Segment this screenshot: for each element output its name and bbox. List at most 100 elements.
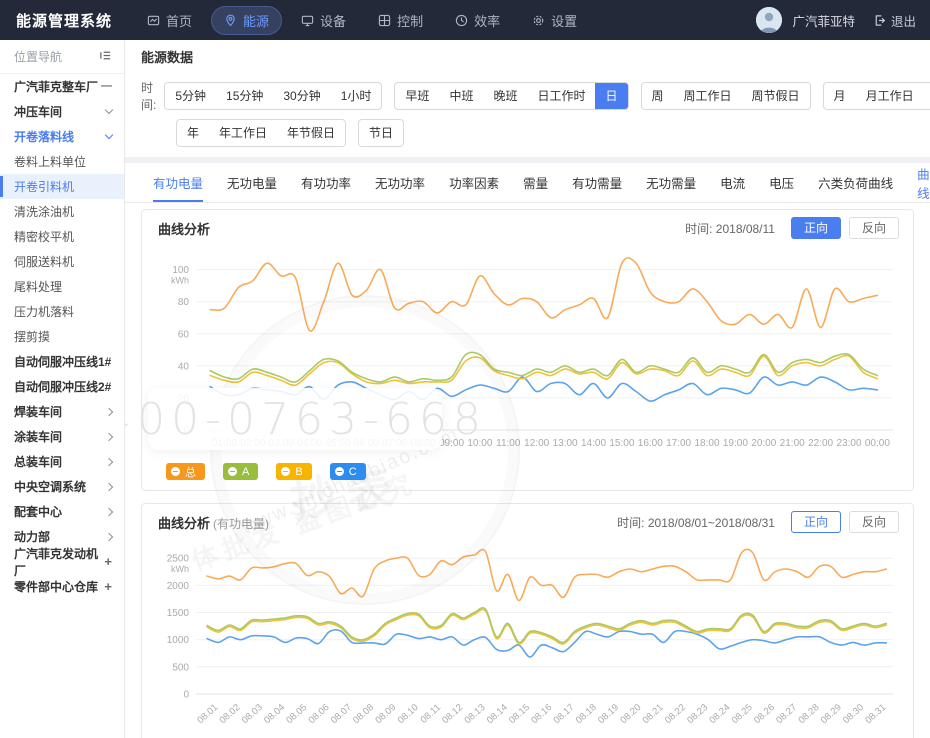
sidebar-item-label: 开卷落料线 — [14, 128, 74, 145]
filter-button-5分钟[interactable]: 5分钟 — [165, 83, 216, 109]
filter-button-节日[interactable]: 节日 — [359, 120, 403, 146]
filter-button-日[interactable]: 日 — [595, 83, 627, 109]
filter-button-15分钟[interactable]: 15分钟 — [216, 83, 273, 109]
expand-node-icon[interactable]: + — [104, 580, 112, 593]
filter-button-年节假日[interactable]: 年节假日 — [277, 120, 345, 146]
filter-button-年工作日[interactable]: 年工作日 — [209, 120, 277, 146]
sidebar-item-冲压车间[interactable]: 冲压车间 — [0, 99, 124, 124]
x-tick-label: 05:00 — [325, 438, 350, 449]
tab-电流[interactable]: 电流 — [720, 163, 745, 202]
chevron-right-icon[interactable] — [105, 482, 113, 490]
sidebar-item-label: 摆剪摸 — [14, 328, 50, 345]
sidebar-item-配套中心[interactable]: 配套中心 — [0, 499, 124, 524]
sidebar-item-总装车间[interactable]: 总装车间 — [0, 449, 124, 474]
sidebar-item-开卷落料线[interactable]: 开卷落料线 — [0, 124, 124, 149]
collapse-node-icon[interactable]: — — [101, 81, 112, 92]
filter-button-周工作日[interactable]: 周工作日 — [674, 83, 742, 109]
chevron-right-icon[interactable] — [105, 532, 113, 540]
reverse-button[interactable]: 反向 — [849, 511, 899, 533]
tab-无功电量[interactable]: 无功电量 — [227, 163, 277, 202]
filter-button-1小时[interactable]: 1小时 — [331, 83, 382, 109]
avatar[interactable] — [756, 7, 782, 33]
forward-button[interactable]: 正向 — [791, 511, 841, 533]
chart1-title: 曲线分析 — [158, 219, 210, 238]
legend-chip-总[interactable]: 总 — [166, 463, 205, 480]
x-tick-label: 08.08 — [351, 702, 376, 726]
sidebar-item-清洗涂油机[interactable]: 清洗涂油机 — [0, 199, 124, 224]
sidebar-item-自动伺服冲压线2#[interactable]: 自动伺服冲压线2# — [0, 374, 124, 399]
filter-button-年[interactable]: 年 — [177, 120, 209, 146]
sidebar-item-涂装车间[interactable]: 涂装车间 — [0, 424, 124, 449]
sidebar-item-label: 广汽菲克整车厂 — [14, 78, 98, 95]
x-tick-label: 20:00 — [751, 438, 776, 449]
tab-六类负荷曲线[interactable]: 六类负荷曲线 — [818, 163, 893, 202]
legend-chip-B[interactable]: B — [276, 463, 311, 480]
filter-button-周[interactable]: 周 — [642, 83, 674, 109]
sidebar-item-卷料上料单位[interactable]: 卷料上料单位 — [0, 149, 124, 174]
filter-group: 年年工作日年节假日 — [176, 119, 346, 147]
filter-button-30分钟[interactable]: 30分钟 — [273, 83, 330, 109]
forward-button[interactable]: 正向 — [791, 217, 841, 239]
filter-button-晚班[interactable]: 晚班 — [483, 83, 527, 109]
nav-item-首页[interactable]: 首页 — [134, 6, 205, 35]
sidebar-item-自动伺服冲压线1#[interactable]: 自动伺服冲压线1# — [0, 349, 124, 374]
sidebar-item-中央空调系统[interactable]: 中央空调系统 — [0, 474, 124, 499]
filter-button-中班[interactable]: 中班 — [439, 83, 483, 109]
sidebar-item-焊装车间[interactable]: 焊装车间 — [0, 399, 124, 424]
nav-item-控制[interactable]: 控制 — [365, 6, 436, 35]
monthly-line-chart: 05001000150020002500kWh08.0108.0208.0308… — [158, 542, 899, 738]
expand-node-icon[interactable]: + — [104, 555, 112, 568]
nav-item-设置[interactable]: 设置 — [519, 6, 590, 35]
x-tick-label: 23:00 — [836, 438, 861, 449]
x-tick-label: 10:00 — [467, 438, 492, 449]
view-curve-button[interactable]: 曲线 — [917, 164, 930, 202]
legend-chip-A[interactable]: A — [223, 463, 258, 480]
logout-label: 退出 — [891, 11, 916, 30]
filter-button-月[interactable]: 月 — [824, 83, 856, 109]
filter-group: 周周工作日周节假日 — [641, 82, 811, 110]
tab-电压[interactable]: 电压 — [769, 163, 794, 202]
tab-有功电量[interactable]: 有功电量 — [153, 163, 203, 202]
filter-button-早班[interactable]: 早班 — [395, 83, 439, 109]
x-tick-label: 08.03 — [240, 702, 265, 726]
tab-无功需量[interactable]: 无功需量 — [646, 163, 696, 202]
tab-功率因素[interactable]: 功率因素 — [449, 163, 499, 202]
nav-item-设备[interactable]: 设备 — [288, 6, 359, 35]
chevron-right-icon[interactable] — [105, 507, 113, 515]
tab-有功功率[interactable]: 有功功率 — [301, 163, 351, 202]
tab-无功功率[interactable]: 无功功率 — [375, 163, 425, 202]
sidebar-item-伺服送料机[interactable]: 伺服送料机 — [0, 249, 124, 274]
logout-button[interactable]: 退出 — [873, 11, 916, 30]
sidebar-item-压力机落料[interactable]: 压力机落料 — [0, 299, 124, 324]
chevron-down-icon[interactable] — [105, 131, 113, 139]
sidebar-item-零件部中心仓库[interactable]: 零件部中心仓库+ — [0, 574, 124, 599]
sidebar-item-尾料处理[interactable]: 尾料处理 — [0, 274, 124, 299]
filter-button-日工作时[interactable]: 日工作时 — [527, 83, 595, 109]
filter-button-月节假日[interactable]: 月节假日 — [924, 83, 930, 109]
chevron-right-icon[interactable] — [105, 432, 113, 440]
chevron-right-icon[interactable] — [105, 457, 113, 465]
sidebar-item-广汽菲克发动机厂[interactable]: 广汽菲克发动机厂+ — [0, 549, 124, 574]
sidebar-item-开卷引料机[interactable]: 开卷引料机 — [0, 174, 124, 199]
nav-item-效率[interactable]: 效率 — [442, 6, 513, 35]
x-tick-label: 08.17 — [552, 702, 577, 726]
reverse-button[interactable]: 反向 — [849, 217, 899, 239]
x-tick-label: 08.12 — [440, 702, 465, 726]
sidebar-item-精密校平机[interactable]: 精密校平机 — [0, 224, 124, 249]
filter-button-月工作日[interactable]: 月工作日 — [856, 83, 924, 109]
sidebar-item-摆剪摸[interactable]: 摆剪摸 — [0, 324, 124, 349]
nav-item-能源[interactable]: 能源 — [211, 6, 282, 35]
sidebar-collapse-icon[interactable] — [99, 49, 112, 65]
series-line-总 — [210, 258, 877, 331]
filter-button-周节假日[interactable]: 周节假日 — [742, 83, 810, 109]
x-tick-label: 08.15 — [507, 702, 532, 726]
chevron-down-icon[interactable] — [105, 106, 113, 114]
logout-icon — [873, 14, 886, 27]
tab-需量[interactable]: 需量 — [523, 163, 548, 202]
tab-有功需量[interactable]: 有功需量 — [572, 163, 622, 202]
legend-chip-C[interactable]: C — [330, 463, 366, 480]
chevron-right-icon[interactable] — [105, 407, 113, 415]
x-tick-label: 08.31 — [863, 702, 888, 726]
sidebar-item-广汽菲克整车厂[interactable]: 广汽菲克整车厂— — [0, 74, 124, 99]
user-name[interactable]: 广汽菲亚特 — [792, 11, 855, 30]
